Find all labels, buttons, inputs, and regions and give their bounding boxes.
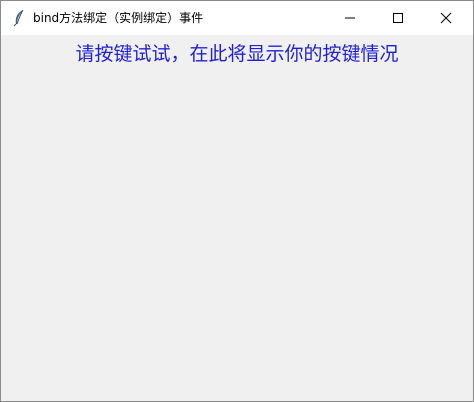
minimize-icon	[344, 9, 356, 28]
key-prompt-label: 请按键试试，在此将显示你的按键情况	[75, 43, 399, 65]
maximize-button[interactable]	[375, 1, 421, 35]
client-area[interactable]: 请按键试试，在此将显示你的按键情况	[1, 35, 473, 401]
feather-icon	[11, 9, 27, 27]
app-window: bind方法绑定（实例绑定）事件 请按键试试，在此将显示你的按键情况	[0, 0, 474, 402]
close-icon	[440, 9, 452, 28]
minimize-button[interactable]	[327, 1, 373, 35]
title-bar[interactable]: bind方法绑定（实例绑定）事件	[1, 1, 473, 35]
close-button[interactable]	[423, 1, 469, 35]
maximize-icon	[392, 9, 404, 28]
window-title: bind方法绑定（实例绑定）事件	[33, 11, 204, 25]
